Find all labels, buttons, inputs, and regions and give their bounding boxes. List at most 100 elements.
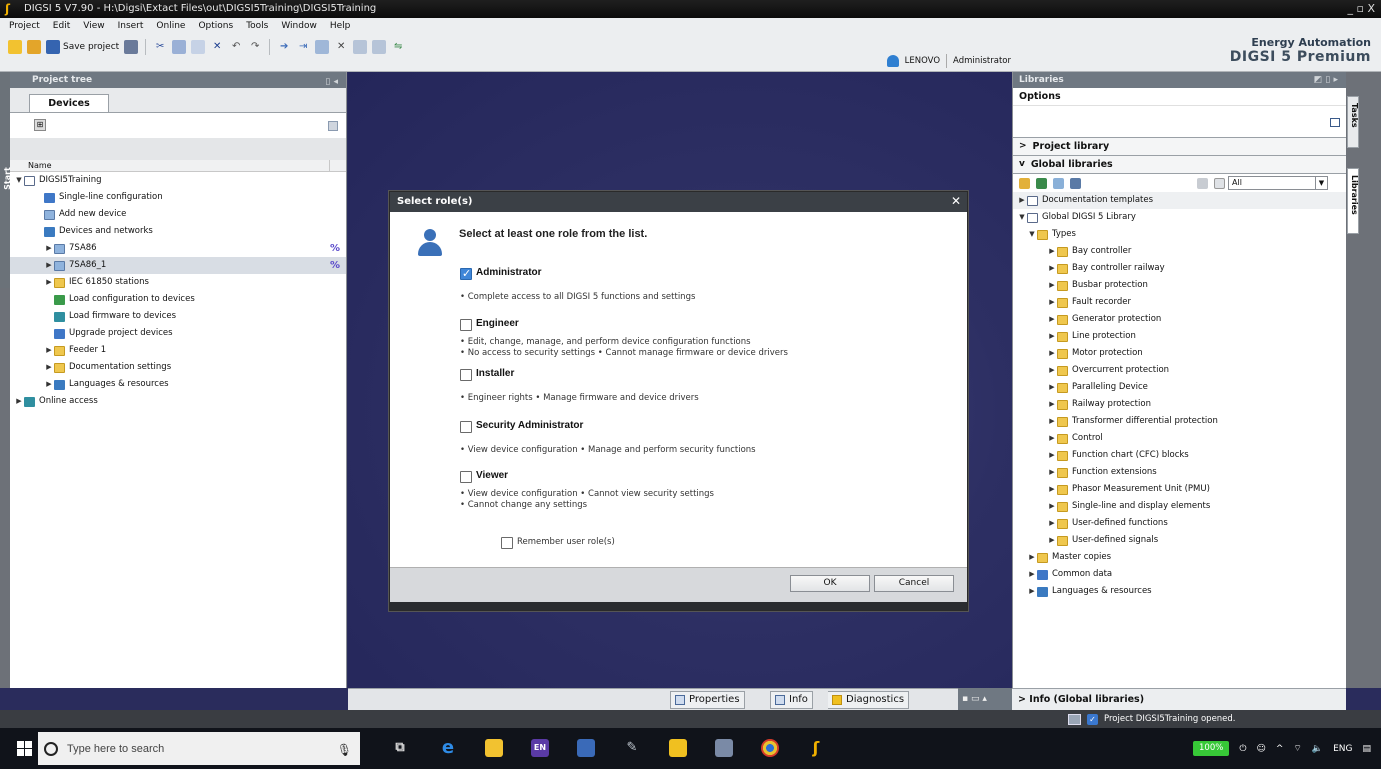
collapsed-arrow-icon[interactable]: ▶ — [1047, 260, 1057, 277]
tray-chevron-up-icon[interactable]: ^ — [1276, 744, 1284, 754]
lib-item[interactable]: ▶ Busbar protection — [1013, 277, 1346, 294]
battery-indicator[interactable]: 100% — [1193, 741, 1230, 756]
tree-item-add-device[interactable]: Add new device — [10, 206, 346, 223]
input-language[interactable]: ENG — [1333, 744, 1352, 754]
tree-item-online-access[interactable]: ▶ Online access — [10, 393, 346, 410]
collapsed-arrow-icon[interactable]: ▶ — [1047, 532, 1057, 549]
lib-item[interactable]: ▶ Function extensions — [1013, 464, 1346, 481]
split-vertical-icon[interactable] — [372, 40, 387, 54]
panel-controls-icon[interactable]: ◩ ▯ ▸ — [1314, 72, 1338, 88]
lib-item[interactable]: ▶ Function chart (CFC) blocks — [1013, 447, 1346, 464]
microphone-icon[interactable]: 🎙 — [337, 743, 352, 757]
project-library-header[interactable]: > Project library — [1013, 138, 1346, 156]
options-section[interactable]: Options — [1013, 88, 1346, 106]
collapsed-arrow-icon[interactable]: ▶ — [1027, 549, 1037, 566]
role-checkbox-viewer[interactable] — [460, 471, 472, 483]
collapsed-arrow-icon[interactable]: ▶ — [14, 393, 24, 410]
tree-item-load-firmware[interactable]: Load firmware to devices — [10, 308, 346, 325]
collapsed-arrow-icon[interactable]: ▶ — [1047, 447, 1057, 464]
lib-item[interactable]: ▶ Overcurrent protection — [1013, 362, 1346, 379]
expanded-arrow-icon[interactable]: ▼ — [1017, 209, 1027, 226]
tree-item-project[interactable]: ▼ DIGSI5Training — [10, 172, 346, 189]
compile-icon[interactable]: ➔ — [277, 40, 291, 54]
collapsed-arrow-icon[interactable]: ▶ — [44, 359, 54, 376]
close-icon[interactable]: ✕ — [948, 194, 964, 209]
collapsed-arrow-icon[interactable]: ▶ — [1047, 481, 1057, 498]
lib-item[interactable]: ▶ Documentation templates — [1013, 192, 1346, 209]
tree-item-single-line[interactable]: Single-line configuration — [10, 189, 346, 206]
collapsed-arrow-icon[interactable]: ▶ — [1047, 396, 1057, 413]
collapsed-arrow-icon[interactable]: ▶ — [1027, 566, 1037, 583]
paste-icon[interactable] — [191, 40, 206, 54]
lib-item[interactable]: ▶ Railway protection — [1013, 396, 1346, 413]
collapsed-arrow-icon[interactable]: ▶ — [44, 274, 54, 291]
copy-icon[interactable] — [172, 40, 187, 54]
split-horizontal-icon[interactable] — [353, 40, 368, 54]
cut-icon[interactable]: ✂ — [153, 40, 167, 54]
task-view-icon[interactable]: ⧉ — [391, 739, 409, 757]
file-explorer-icon[interactable] — [485, 739, 503, 757]
overview-icon[interactable] — [328, 121, 338, 131]
save-project-button[interactable]: Save project — [63, 42, 119, 52]
ok-button[interactable]: OK — [790, 575, 870, 592]
open-project-icon[interactable] — [27, 40, 41, 54]
collapsed-arrow-icon[interactable]: ▶ — [44, 376, 54, 393]
collapsed-arrow-icon[interactable]: ▶ — [1027, 583, 1037, 600]
lib-item[interactable]: ▶ Fault recorder — [1013, 294, 1346, 311]
role-checkbox-installer[interactable] — [460, 369, 472, 381]
people-icon[interactable]: ☺ — [1256, 744, 1265, 754]
collapsed-arrow-icon[interactable]: ▶ — [1047, 430, 1057, 447]
digsi-icon[interactable]: ʃ — [807, 739, 825, 757]
library-filter-select[interactable]: All ▼ — [1228, 176, 1328, 190]
lib-item[interactable]: ▶ User-defined signals — [1013, 532, 1346, 549]
tree-item-upgrade-devices[interactable]: Upgrade project devices — [10, 325, 346, 342]
collapsed-arrow-icon[interactable]: ▶ — [1047, 311, 1057, 328]
lib-item[interactable]: ▶ Common data — [1013, 566, 1346, 583]
global-libraries-header[interactable]: v Global libraries — [1013, 156, 1346, 174]
save-library-icon[interactable] — [1070, 177, 1081, 189]
collapsed-arrow-icon[interactable]: ▶ — [1047, 379, 1057, 396]
app-icon[interactable] — [577, 739, 595, 757]
lib-item[interactable]: ▶ Languages & resources — [1013, 583, 1346, 600]
upload-icon[interactable] — [315, 40, 330, 54]
inspector-window-controls[interactable]: ▪ ▭ ▴ — [958, 688, 1012, 710]
list-view-icon[interactable] — [1214, 177, 1225, 189]
language-app-icon[interactable]: EN — [531, 739, 549, 757]
download-icon[interactable]: ⇥ — [296, 40, 310, 54]
collapsed-arrow-icon[interactable]: ▶ — [1047, 464, 1057, 481]
tree-item-load-config[interactable]: Load configuration to devices — [10, 291, 346, 308]
menu-help[interactable]: Help — [329, 21, 352, 31]
paint-icon[interactable]: ✎ — [623, 739, 641, 757]
lib-item[interactable]: ▶ Bay controller railway — [1013, 260, 1346, 277]
library-view-icon[interactable] — [1330, 118, 1340, 127]
delete-icon[interactable]: ✕ — [210, 40, 224, 54]
column-header-name[interactable]: Name — [10, 160, 346, 172]
app-window-icon[interactable] — [715, 739, 733, 757]
tree-item-feeder[interactable]: ▶ Feeder 1 — [10, 342, 346, 359]
menu-insert[interactable]: Insert — [117, 21, 145, 31]
menu-tools[interactable]: Tools — [245, 21, 269, 31]
info-global-libraries[interactable]: > Info (Global libraries) — [1012, 688, 1346, 710]
notification-icon[interactable]: ▤ — [1362, 744, 1371, 754]
collapsed-arrow-icon[interactable]: ▶ — [1017, 192, 1027, 209]
tab-devices[interactable]: Devices — [29, 94, 109, 112]
save-icon[interactable] — [46, 40, 60, 54]
tab-info[interactable]: Info — [770, 691, 813, 709]
tree-item-languages[interactable]: ▶ Languages & resources — [10, 376, 346, 393]
lib-item[interactable]: ▶ Generator protection — [1013, 311, 1346, 328]
collapsed-arrow-icon[interactable]: ▶ — [1047, 515, 1057, 532]
print-icon[interactable] — [124, 40, 139, 54]
volume-icon[interactable]: 🔈 — [1312, 744, 1323, 754]
taskbar-search[interactable]: Type here to search 🎙 — [38, 732, 360, 765]
lib-item[interactable]: ▶ Line protection — [1013, 328, 1346, 345]
edge-icon[interactable]: e — [439, 739, 457, 757]
menu-view[interactable]: View — [82, 21, 105, 31]
sticky-notes-icon[interactable] — [669, 739, 687, 757]
collapsed-arrow-icon[interactable]: ▶ — [1047, 498, 1057, 515]
redo-icon[interactable]: ↷ — [248, 40, 262, 54]
undo-icon[interactable]: ↶ — [229, 40, 243, 54]
collapsed-arrow-icon[interactable]: ▶ — [1047, 294, 1057, 311]
expanded-arrow-icon[interactable]: ▼ — [1027, 226, 1037, 243]
tab-libraries[interactable]: Libraries — [1347, 168, 1359, 234]
menu-window[interactable]: Window — [280, 21, 318, 31]
